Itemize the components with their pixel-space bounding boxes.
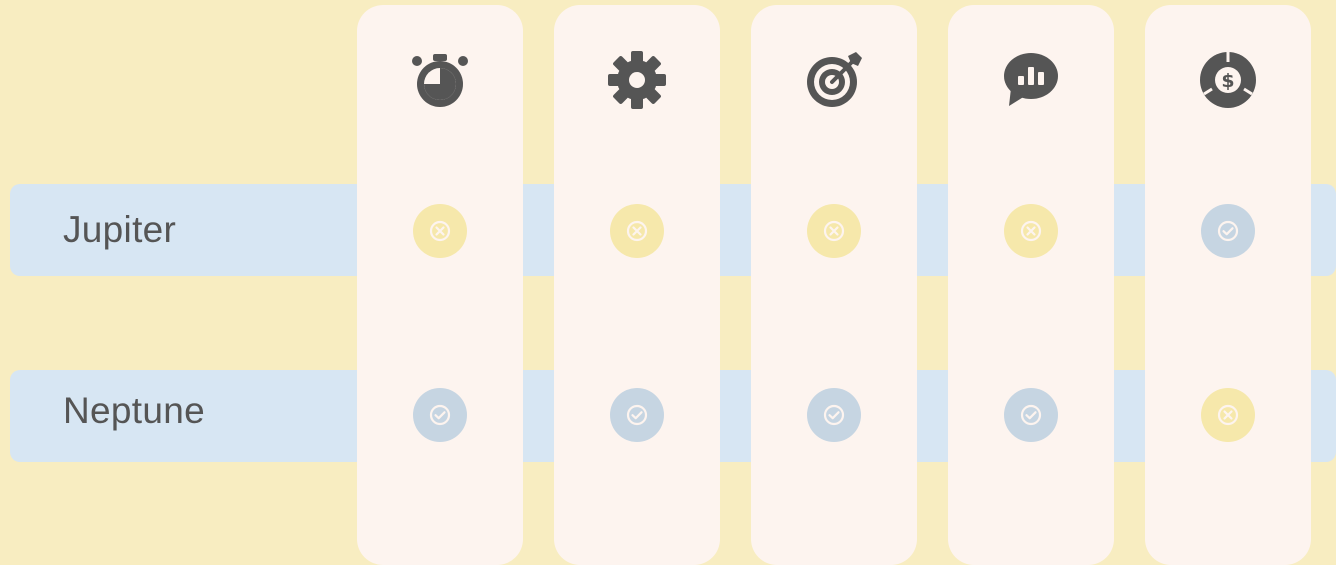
check-icon [1217, 220, 1239, 242]
cell-neptune-col4 [1004, 388, 1058, 442]
cross-icon [429, 220, 451, 242]
chat-chart-icon [1001, 50, 1061, 110]
row-label-neptune: Neptune [63, 390, 205, 431]
stopwatch-icon [410, 50, 470, 110]
column-card-3 [751, 5, 917, 565]
cell-jupiter-col2 [610, 204, 664, 258]
cross-icon [1217, 404, 1239, 426]
column-card-4 [948, 5, 1114, 565]
money-cycle-icon: $ [1198, 50, 1258, 110]
cell-jupiter-col3 [807, 204, 861, 258]
target-arrow-icon [804, 50, 864, 110]
check-icon [626, 404, 648, 426]
cell-jupiter-col5 [1201, 204, 1255, 258]
cell-neptune-col2 [610, 388, 664, 442]
cell-jupiter-col4 [1004, 204, 1058, 258]
cross-icon [823, 220, 845, 242]
check-icon [429, 404, 451, 426]
row-label-jupiter: Jupiter [63, 209, 177, 250]
cross-icon [1020, 220, 1042, 242]
svg-text:$: $ [1221, 70, 1234, 92]
check-icon [823, 404, 845, 426]
cross-icon [626, 220, 648, 242]
cell-neptune-col3 [807, 388, 861, 442]
cell-neptune-col5 [1201, 388, 1255, 442]
column-card-5: $ [1145, 5, 1311, 565]
cell-neptune-col1 [413, 388, 467, 442]
column-card-1 [357, 5, 523, 565]
column-card-2 [554, 5, 720, 565]
check-icon [1020, 404, 1042, 426]
cell-jupiter-col1 [413, 204, 467, 258]
gear-icon [607, 50, 667, 110]
